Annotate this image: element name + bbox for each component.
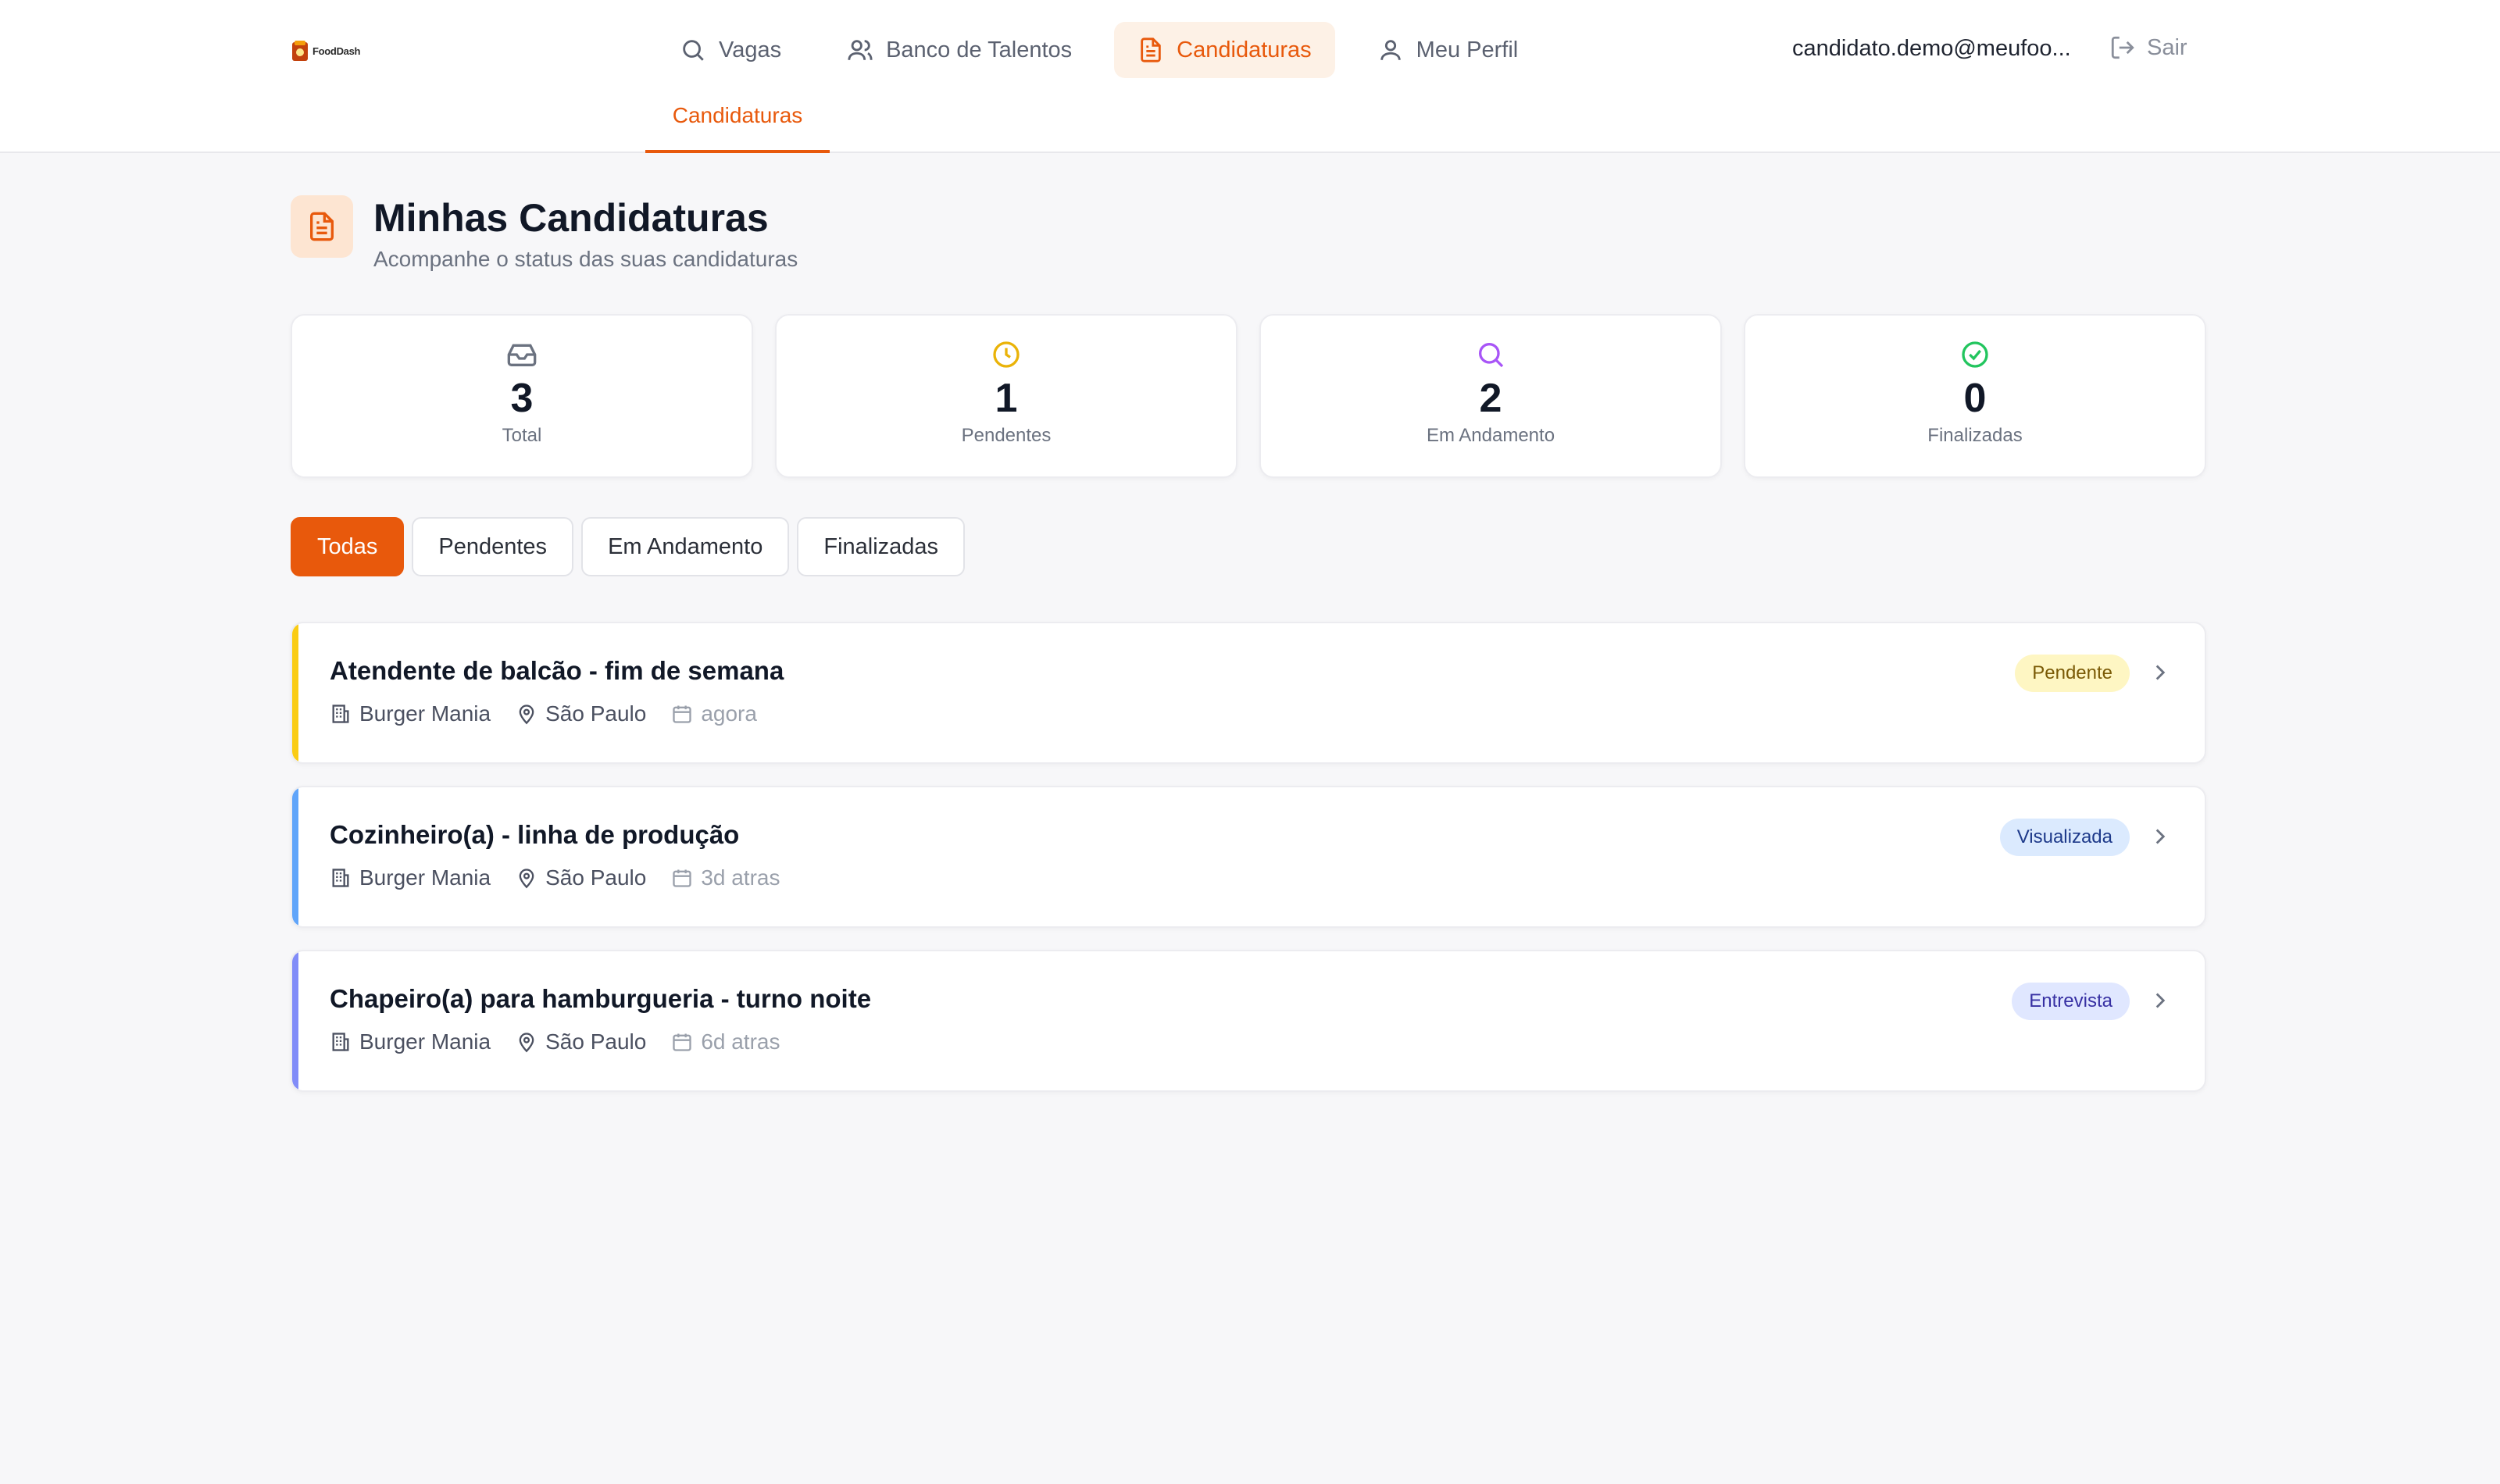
inbox-icon [507, 344, 537, 366]
status-badge: Visualizada [1999, 819, 2130, 856]
stat-label: Pendentes [961, 425, 1052, 446]
nav-item-candidaturas[interactable]: Candidaturas [1114, 22, 1335, 78]
company-name: Burger Mania [359, 1029, 491, 1054]
nav-label: Meu Perfil [1416, 37, 1519, 62]
nav-label: Vagas [719, 37, 782, 62]
search-icon [683, 40, 704, 61]
city-name: São Paulo [545, 701, 647, 726]
user-icon [1380, 40, 1401, 60]
user-email: candidato.demo@meufoo... [1792, 36, 2071, 61]
page-header: Minhas Candidaturas Acompanhe o status d… [291, 195, 798, 272]
status-badge: Pendente [2015, 655, 2130, 692]
stat-card-pendentes: 1 Pendentes [775, 314, 1238, 478]
date-meta: 3d atras [671, 865, 780, 890]
applied-date: 3d atras [701, 865, 780, 890]
company-meta: Burger Mania [330, 701, 491, 726]
status-accent-bar [292, 951, 298, 1090]
stat-value: 1 [995, 376, 1018, 421]
check-circle-icon [1962, 341, 1988, 368]
date-meta: 6d atras [671, 1029, 780, 1054]
stats-row: 3 Total 1 Pendentes 2 Em Andamento 0 Fin… [291, 314, 2206, 478]
building-icon [332, 869, 349, 887]
subnav-tab-candidaturas[interactable]: Candidaturas [645, 100, 830, 153]
nav-label: Banco de Talentos [886, 37, 1073, 62]
status-badge: Entrevista [2012, 983, 2130, 1020]
applied-date: agora [701, 701, 757, 726]
users-icon [848, 40, 873, 60]
nav-label: Candidaturas [1177, 37, 1312, 62]
chevron-right-icon[interactable] [2147, 659, 2173, 686]
applications-list: Atendente de balcão - fim de semana Burg… [291, 622, 2206, 1114]
document-icon [310, 212, 334, 241]
main-nav: Vagas Banco de Talentos Candidaturas Meu… [656, 22, 1541, 78]
job-title: Atendente de balcão - fim de semana [330, 656, 784, 685]
stat-value: 3 [510, 376, 534, 421]
company-name: Burger Mania [359, 865, 491, 890]
filter-em-andamento[interactable]: Em Andamento [581, 517, 790, 576]
chevron-right-icon[interactable] [2147, 987, 2173, 1014]
stat-label: Finalizadas [1927, 425, 2023, 446]
location-meta: São Paulo [516, 1029, 646, 1054]
search-icon [1479, 343, 1504, 368]
logo-icon [292, 41, 308, 61]
document-icon [1141, 37, 1161, 62]
logout-icon [2111, 36, 2134, 59]
nav-item-banco-de-talentos[interactable]: Banco de Talentos [823, 22, 1095, 78]
status-accent-bar [292, 787, 298, 926]
calendar-icon [673, 1033, 691, 1051]
job-title: Chapeiro(a) para hamburgueria - turno no… [330, 984, 872, 1013]
map-pin-icon [519, 869, 534, 889]
building-icon [332, 705, 349, 723]
application-card[interactable]: Cozinheiro(a) - linha de produção Burger… [291, 786, 2206, 928]
applied-date: 6d atras [701, 1029, 780, 1054]
chevron-right-icon[interactable] [2147, 823, 2173, 850]
map-pin-icon [519, 705, 534, 725]
page-icon-wrapper [291, 195, 353, 258]
logo[interactable]: FoodDash [291, 39, 360, 62]
stat-value: 0 [1963, 376, 1987, 421]
logo-text: FoodDash [312, 45, 361, 57]
job-meta: Burger Mania São Paulo 3d atras [330, 865, 780, 890]
company-meta: Burger Mania [330, 1029, 491, 1054]
top-header: FoodDash Vagas Banco de Talentos Candida… [0, 0, 2500, 153]
job-meta: Burger Mania São Paulo agora [330, 701, 757, 726]
calendar-icon [673, 705, 691, 723]
stat-label: Em Andamento [1426, 425, 1555, 446]
city-name: São Paulo [545, 1029, 647, 1054]
logout-button[interactable]: Sair [2109, 34, 2188, 61]
page-subtitle: Acompanhe o status das suas candidaturas [373, 247, 798, 271]
application-card[interactable]: Chapeiro(a) para hamburgueria - turno no… [291, 950, 2206, 1092]
company-name: Burger Mania [359, 701, 491, 726]
logout-label: Sair [2147, 34, 2188, 60]
date-meta: agora [671, 701, 757, 726]
stat-card-total: 3 Total [291, 314, 753, 478]
clock-icon [993, 341, 1020, 368]
application-card[interactable]: Atendente de balcão - fim de semana Burg… [291, 622, 2206, 764]
stat-card-em-andamento: 2 Em Andamento [1259, 314, 1722, 478]
stat-value: 2 [1479, 376, 1502, 421]
filter-todas[interactable]: Todas [291, 517, 405, 576]
calendar-icon [673, 869, 691, 887]
building-icon [332, 1033, 349, 1051]
location-meta: São Paulo [516, 701, 646, 726]
job-meta: Burger Mania São Paulo 6d atras [330, 1029, 780, 1054]
location-meta: São Paulo [516, 865, 646, 890]
nav-item-meu-perfil[interactable]: Meu Perfil [1354, 22, 1542, 78]
company-meta: Burger Mania [330, 865, 491, 890]
stat-label: Total [502, 425, 542, 446]
filter-finalizadas[interactable]: Finalizadas [797, 517, 966, 576]
nav-item-vagas[interactable]: Vagas [656, 22, 805, 78]
map-pin-icon [519, 1033, 534, 1053]
page-title: Minhas Candidaturas [373, 196, 769, 240]
job-title: Cozinheiro(a) - linha de produção [330, 820, 740, 849]
filter-pendentes[interactable]: Pendentes [412, 517, 574, 576]
status-filters: Todas Pendentes Em Andamento Finalizadas [291, 517, 966, 576]
stat-card-finalizadas: 0 Finalizadas [1744, 314, 2206, 478]
status-accent-bar [292, 623, 298, 762]
city-name: São Paulo [545, 865, 647, 890]
